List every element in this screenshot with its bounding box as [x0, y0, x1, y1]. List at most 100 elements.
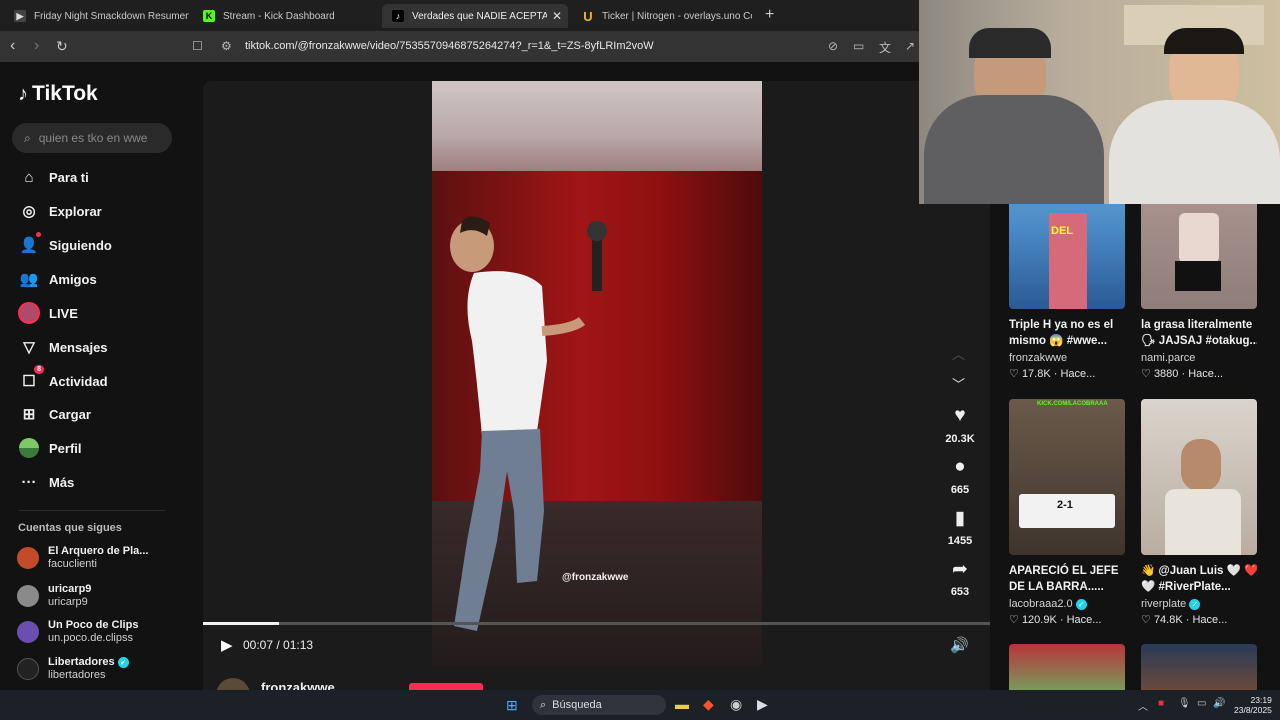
follow-button[interactable] — [409, 683, 483, 690]
streamer-hoodie — [1109, 100, 1280, 204]
nav-perfil[interactable]: Perfil — [18, 436, 82, 460]
brave-browser-icon[interactable]: ◆ — [703, 696, 714, 713]
share-action[interactable]: ➦ 653 — [940, 558, 980, 600]
share-count: 653 — [950, 586, 970, 598]
obs-icon[interactable]: ◉ — [730, 696, 742, 713]
author-avatar[interactable] — [216, 678, 250, 690]
new-tab-button[interactable]: + — [765, 6, 774, 24]
nav-mensajes[interactable]: ▽ Mensajes — [18, 335, 107, 359]
card-time: Hace... — [1188, 368, 1224, 380]
system-clock[interactable]: 23:19 23/8/2025 — [1234, 695, 1272, 715]
like-action[interactable]: ♥ 20.3K — [940, 405, 980, 447]
author-name[interactable]: fronzakwwe — [261, 680, 335, 690]
account-username: facuclienti — [48, 558, 97, 570]
share-page-icon[interactable]: ↗ — [905, 39, 915, 53]
thumb-figure — [1181, 439, 1221, 491]
card-title: la grasa literalmente — [1141, 319, 1253, 331]
video-player[interactable]: @fronzakwwe ▶ 00:07 / 01:13 🔊 fronzakwwe — [203, 81, 990, 690]
overlays-logo-icon: U — [583, 8, 593, 24]
heart-outline-icon: ♡ — [1009, 614, 1019, 626]
card-title: APARECIÓ EL JEFE — [1009, 565, 1119, 577]
chevron-down-icon[interactable]: ﹀ — [952, 374, 965, 393]
progress-track[interactable] — [203, 622, 990, 625]
volume-icon[interactable]: 🔊 — [950, 636, 969, 654]
card-title: DE LA BARRA..... — [1009, 581, 1104, 593]
translate-icon[interactable]: 文 — [879, 39, 891, 56]
card-author: lacobraaa2.0 — [1009, 598, 1073, 610]
nav-label: Siguiendo — [49, 237, 112, 253]
nav-cargar[interactable]: ⊞ Cargar — [18, 402, 91, 426]
nav-label: Actividad — [49, 373, 108, 389]
mute-tab-icon[interactable]: ⊘ — [828, 39, 838, 53]
network-icon[interactable]: ▭ — [1197, 698, 1206, 709]
site-settings-icon[interactable]: ⚙ — [221, 39, 232, 53]
thumb-figure — [1179, 213, 1219, 263]
heart-outline-icon: ♡ — [1141, 614, 1151, 626]
taskbar-search-label: Búsqueda — [552, 699, 602, 711]
card-stats: ♡ 120.9K · Hace... — [1009, 614, 1102, 626]
forward-icon[interactable]: › — [34, 37, 39, 55]
followed-account[interactable]: uricarp9 uricarp9 — [17, 581, 91, 611]
tab-tiktok-video[interactable]: ♪ Verdades que NADIE ACEPTA de W ✕ — [382, 4, 568, 28]
back-icon[interactable]: ‹ — [10, 37, 15, 55]
card-author-row[interactable]: lacobraaa2.0 ✓ — [1009, 598, 1125, 610]
video-thumbnail[interactable] — [1141, 644, 1257, 690]
file-explorer-icon[interactable]: ▬ — [675, 696, 689, 712]
following-section-title: Cuentas que sigues — [18, 522, 122, 534]
followed-account[interactable]: El Arquero de Pla... facuclienti — [17, 543, 148, 573]
video-thumbnail[interactable] — [1009, 644, 1125, 690]
card-author[interactable]: fronzakwwe — [1009, 352, 1125, 364]
comment-action[interactable]: ● 665 — [940, 456, 980, 498]
tiktok-logo[interactable]: ♪ TikTok — [18, 82, 98, 106]
tab-smackdown[interactable]: ▶ Friday Night Smackdown Resumen.mp4 — [4, 4, 189, 28]
play-icon[interactable]: ▶ — [221, 636, 233, 654]
nav-actividad[interactable]: ☐ 8 Actividad — [18, 365, 108, 393]
nav-live[interactable]: LIVE — [18, 301, 78, 325]
thumb-label: KICK.COM/LACOBRAAA — [1037, 401, 1108, 407]
tray-chevron-icon[interactable]: ︿ — [1138, 698, 1148, 713]
nav-label: Cargar — [49, 406, 91, 422]
url-field[interactable]: tiktok.com/@fronzakwwe/video/75355709468… — [245, 40, 654, 52]
nav-para-ti[interactable]: ⌂ Para ti — [18, 165, 88, 189]
search-input[interactable]: ⌕ quien es tko en wwe — [12, 123, 172, 153]
streamer-hoodie — [924, 95, 1104, 204]
microphone-icon[interactable]: 🎙 — [1178, 698, 1191, 709]
nav-explorar[interactable]: ◎ Explorar — [18, 199, 101, 223]
tab-kick-dashboard[interactable]: K Stream - Kick Dashboard — [193, 4, 378, 28]
more-icon: ··· — [21, 473, 37, 491]
video-thumbnail[interactable]: KICK.COM/LACOBRAAA 2-1 — [1009, 399, 1125, 555]
account-username: uricarp9 — [48, 596, 88, 608]
video-frame[interactable]: @fronzakwwe — [432, 81, 762, 666]
windows-start-icon[interactable]: ⊞ — [506, 697, 518, 714]
video-thumbnail[interactable] — [1141, 399, 1257, 555]
followed-account[interactable]: Un Poco de Clips un.poco.de.clipss — [17, 617, 138, 647]
cast-icon[interactable]: ▭ — [853, 39, 864, 53]
card-likes: 74.8K — [1153, 614, 1183, 626]
volume-icon[interactable]: 🔊 — [1213, 698, 1225, 709]
bookmark-action[interactable]: ▮ 1455 — [940, 507, 980, 549]
nav-label: Perfil — [49, 440, 82, 456]
nav-label: Más — [49, 474, 75, 490]
person-figure — [450, 216, 607, 631]
card-author[interactable]: nami.parce — [1141, 352, 1257, 364]
card-author-row[interactable]: riverplate ✓ — [1141, 598, 1257, 610]
media-player-icon[interactable]: ▶ — [757, 696, 768, 713]
nav-mas[interactable]: ··· Más — [18, 470, 75, 494]
nav-amigos[interactable]: 👥 Amigos — [18, 267, 97, 291]
account-username: libertadores — [48, 669, 106, 681]
tab-ticker-nitrogen[interactable]: U Ticker | Nitrogen - overlays.uno Contr… — [572, 4, 752, 28]
recommended-card[interactable]: KICK.COM/LACOBRAAA 2-1 APARECIÓ EL JEFE … — [1009, 399, 1125, 626]
reload-icon[interactable]: ↻ — [56, 38, 68, 55]
bookmark-page-icon[interactable]: ☐ — [192, 39, 203, 53]
chevron-up-icon[interactable]: ︿ — [952, 344, 965, 363]
followed-account[interactable]: Libertadores ✓ libertadores — [17, 654, 129, 684]
recommended-card[interactable]: 👋 @Juan Luis 🤍 ❤️ 🤍 #RiverPlate... river… — [1141, 399, 1257, 626]
close-tab-icon[interactable]: ✕ — [552, 9, 562, 23]
card-title: 👋 @Juan Luis 🤍 ❤️ — [1141, 565, 1257, 577]
tray-app-icon[interactable]: ■ — [1158, 698, 1164, 709]
kick-logo-icon: K — [203, 10, 215, 22]
nav-siguiendo[interactable]: 👤 Siguiendo — [18, 232, 112, 257]
author-row: fronzakwwe — [203, 676, 990, 690]
thumb-figure — [1165, 489, 1241, 555]
taskbar-search[interactable]: ⌕ Búsqueda — [532, 695, 666, 715]
